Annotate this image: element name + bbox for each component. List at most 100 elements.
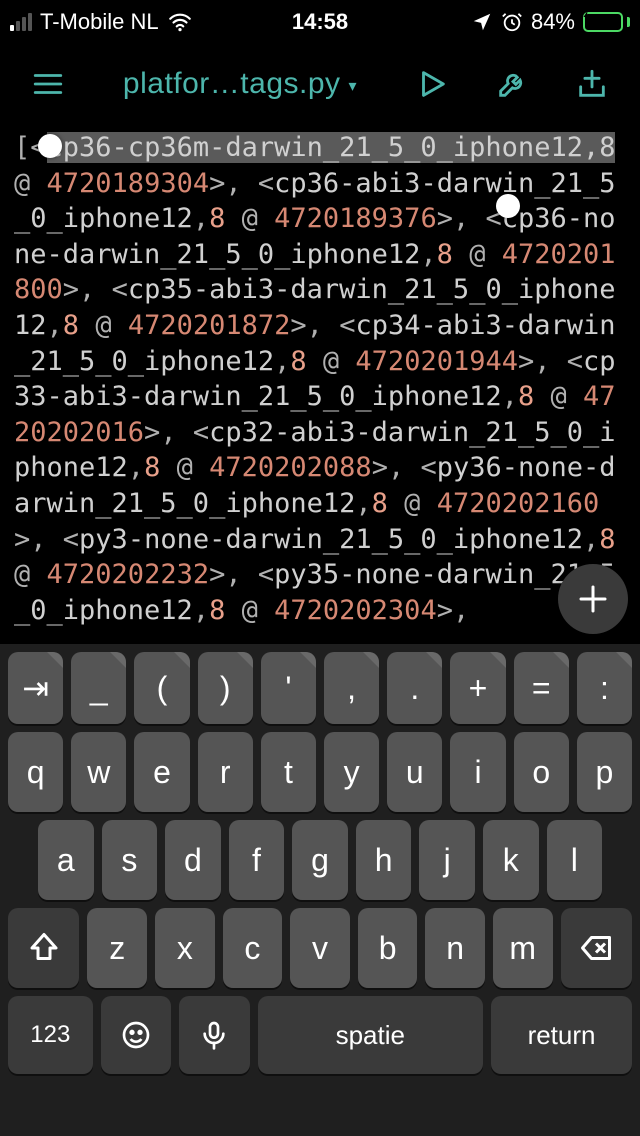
key-label: n [446, 930, 464, 967]
key-label: x [177, 930, 193, 967]
file-title: platfor…tags.py [123, 67, 341, 101]
tools-button[interactable] [492, 64, 532, 104]
keyboard-row-symbols: ⇥ _ () ',. + =: [4, 652, 636, 724]
battery-icon [583, 12, 630, 32]
key-space[interactable]: spatie [258, 996, 484, 1074]
key-f[interactable]: f [229, 820, 285, 900]
fab-add-button[interactable] [558, 564, 628, 634]
key-s[interactable]: s [102, 820, 158, 900]
key-label: ' [285, 670, 291, 707]
editor-toolbar: platfor…tags.py ▾ [0, 52, 640, 116]
key-label: ) [220, 670, 231, 707]
key-p[interactable]: p [577, 732, 632, 812]
keyboard-row-asdf: as d f g h j kl [4, 820, 636, 900]
key-b[interactable]: b [358, 908, 418, 988]
key-return[interactable]: return [491, 996, 632, 1074]
selection-handle-end[interactable] [496, 194, 520, 218]
key-a[interactable]: a [38, 820, 94, 900]
key-u[interactable]: u [387, 732, 442, 812]
key-m[interactable]: m [493, 908, 553, 988]
key-label: d [184, 842, 202, 879]
key-sym-⇥[interactable]: ⇥ [8, 652, 63, 724]
key-label: c [244, 930, 260, 967]
key-dictation[interactable] [179, 996, 249, 1074]
key-d[interactable]: d [165, 820, 221, 900]
key-label: , [347, 670, 356, 707]
cellular-signal-icon [10, 13, 32, 31]
key-label: w [87, 754, 110, 791]
key-z[interactable]: z [87, 908, 147, 988]
file-title-dropdown[interactable]: platfor…tags.py ▾ [100, 67, 380, 101]
key-n[interactable]: n [425, 908, 485, 988]
key-label: s [121, 842, 137, 879]
key-label: i [474, 754, 481, 791]
key-r[interactable]: r [198, 732, 253, 812]
run-button[interactable] [412, 64, 452, 104]
key-v[interactable]: v [290, 908, 350, 988]
key-sym-+[interactable]: + [450, 652, 505, 724]
key-label: v [312, 930, 328, 967]
chevron-down-icon: ▾ [349, 76, 358, 96]
key-label: k [503, 842, 519, 879]
location-icon [471, 11, 493, 33]
key-backspace[interactable] [561, 908, 632, 988]
key-sym-([interactable]: ( [134, 652, 189, 724]
key-label: h [375, 842, 393, 879]
keyboard-row-zxcv: z x c vbn m [4, 908, 636, 988]
key-label: u [406, 754, 424, 791]
key-w[interactable]: w [71, 732, 126, 812]
key-label: m [509, 930, 536, 967]
key-o[interactable]: o [514, 732, 569, 812]
wifi-icon [167, 9, 193, 35]
key-label: _ [90, 670, 108, 707]
key-label: e [153, 754, 171, 791]
status-right: 84% [471, 9, 630, 35]
key-sym-:[interactable]: : [577, 652, 632, 724]
key-label: ( [157, 670, 168, 707]
key-label: q [27, 754, 45, 791]
key-y[interactable]: y [324, 732, 379, 812]
menu-button[interactable] [28, 64, 68, 104]
key-i[interactable]: i [450, 732, 505, 812]
key-q[interactable]: q [8, 732, 63, 812]
key-label: z [109, 930, 125, 967]
selection-handle-start[interactable] [38, 134, 62, 158]
key-label: p [596, 754, 614, 791]
key-h[interactable]: h [356, 820, 412, 900]
key-shift[interactable] [8, 908, 79, 988]
keyboard-row-bottom: 123 spatie return [4, 996, 636, 1074]
key-emoji[interactable] [101, 996, 171, 1074]
key-label: g [311, 842, 329, 879]
key-c[interactable]: c [223, 908, 283, 988]
key-sym-)[interactable]: ) [198, 652, 253, 724]
key-t[interactable]: t [261, 732, 316, 812]
key-label: 123 [30, 1021, 70, 1049]
key-sym-_[interactable]: _ [71, 652, 126, 724]
key-sym-.[interactable]: . [387, 652, 442, 724]
status-bar: T-Mobile NL 14:58 84% [0, 0, 640, 44]
key-sym-,[interactable]: , [324, 652, 379, 724]
key-g[interactable]: g [292, 820, 348, 900]
key-label: : [600, 670, 609, 707]
key-label: j [444, 842, 451, 879]
keyboard-row-qwerty: q w ertyu i o p [4, 732, 636, 812]
key-label: spatie [336, 1020, 405, 1051]
alarm-icon [501, 11, 523, 33]
key-label: o [532, 754, 550, 791]
key-label: + [469, 670, 488, 707]
key-l[interactable]: l [547, 820, 603, 900]
key-j[interactable]: j [419, 820, 475, 900]
key-x[interactable]: x [155, 908, 215, 988]
code-editor[interactable]: [<cp36-cp36m-darwin_21_5_0_iphone12,8 @ … [0, 120, 640, 644]
key-e[interactable]: e [134, 732, 189, 812]
key-label: f [252, 842, 261, 879]
carrier-label: T-Mobile NL [40, 9, 159, 35]
key-label: . [410, 670, 419, 707]
key-label: = [532, 670, 551, 707]
key-label: t [284, 754, 293, 791]
key-sym-=[interactable]: = [514, 652, 569, 724]
share-button[interactable] [572, 64, 612, 104]
key-k[interactable]: k [483, 820, 539, 900]
key-sym-'[interactable]: ' [261, 652, 316, 724]
key-switch-123[interactable]: 123 [8, 996, 93, 1074]
